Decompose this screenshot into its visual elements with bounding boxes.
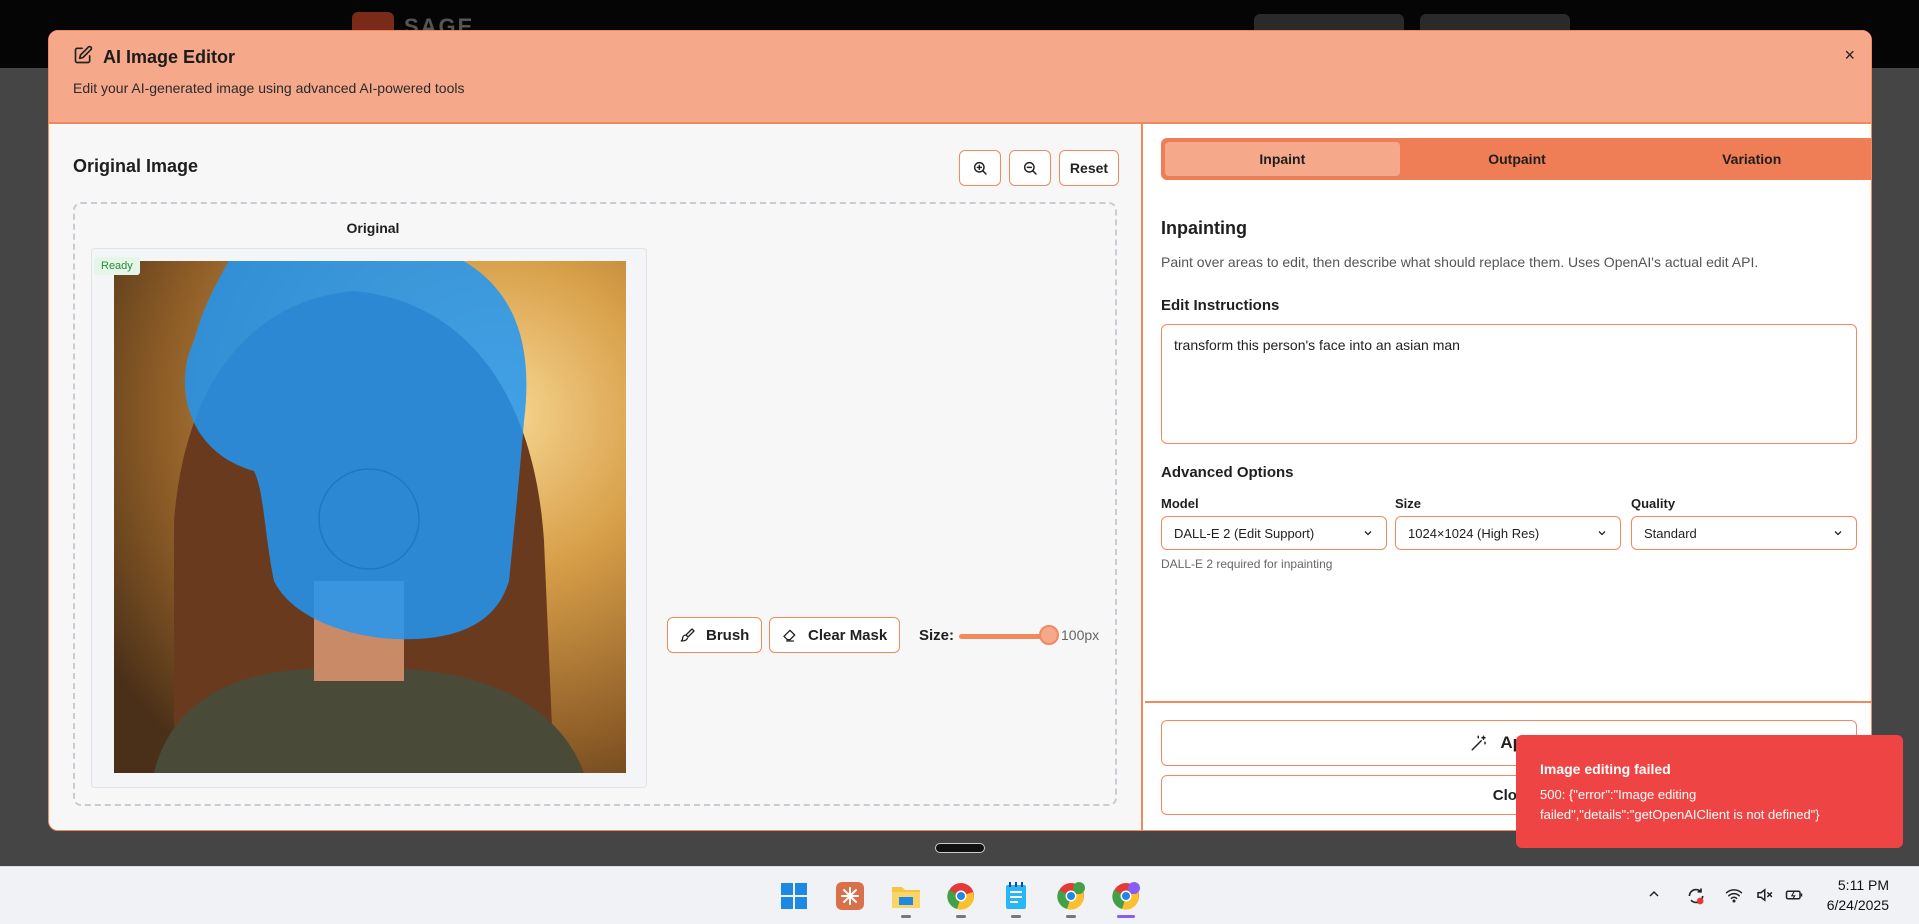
- taskbar: 5:11 PM 6/24/2025: [0, 866, 1919, 924]
- brush-icon: [680, 628, 695, 642]
- zoom-out-button[interactable]: [1009, 150, 1051, 186]
- brush-button[interactable]: Brush: [667, 617, 763, 653]
- brush-size-slider[interactable]: [959, 634, 1049, 639]
- brush-label: Brush: [706, 626, 750, 644]
- eraser-icon: [783, 629, 796, 642]
- chevron-up-icon[interactable]: [1646, 886, 1662, 907]
- edit-mode-tabs: Inpaint Outpaint Variation: [1161, 138, 1871, 180]
- taskbar-app-chrome-active[interactable]: [1108, 878, 1144, 918]
- brush-size-label: Size:: [919, 627, 955, 644]
- image-canvas: [114, 261, 626, 773]
- claude-icon: [836, 882, 864, 910]
- taskbar-app-claude[interactable]: [832, 878, 868, 914]
- toast-title: Image editing failed: [1540, 761, 1671, 777]
- clock-time: 5:11 PM: [1837, 877, 1889, 893]
- quality-select-value: Standard: [1644, 525, 1697, 541]
- clear-mask-button[interactable]: Clear Mask: [769, 617, 901, 653]
- taskbar-app-chrome-profile[interactable]: [1053, 878, 1089, 918]
- notepad-icon: [1006, 882, 1026, 909]
- panel-title: Original Image: [73, 156, 199, 176]
- brush-size-value: 100px: [1061, 627, 1100, 643]
- taskbar-app-notepad[interactable]: [998, 878, 1034, 918]
- drag-handle[interactable]: [935, 843, 985, 853]
- section-title: Inpainting: [1161, 218, 1247, 238]
- active-indicator: [1117, 915, 1135, 918]
- running-indicator: [1066, 915, 1076, 918]
- quality-label: Quality: [1631, 496, 1676, 511]
- windows-icon: [781, 883, 807, 909]
- edit-icon: [73, 45, 93, 70]
- chrome-icon: [1112, 882, 1140, 910]
- volume-muted-icon[interactable]: [1754, 886, 1774, 909]
- edit-instructions-label: Edit Instructions: [1161, 297, 1280, 314]
- image-panel: Original Image Reset Original Ready Brus…: [49, 124, 1143, 830]
- chevron-down-icon: [1834, 531, 1842, 536]
- system-clock[interactable]: 5:11 PM 6/24/2025: [1827, 875, 1889, 915]
- zoom-out-icon: [1023, 161, 1037, 175]
- toast-message: 500: {"error":"Image editing failed","de…: [1540, 787, 1820, 822]
- tab-variation[interactable]: Variation: [1634, 142, 1869, 176]
- brush-size-slider-thumb[interactable]: [1039, 625, 1059, 645]
- modal-header: AI Image Editor Edit your AI-generated i…: [49, 31, 1871, 124]
- chrome-icon: [947, 883, 974, 910]
- clear-mask-label: Clear Mask: [808, 626, 888, 644]
- close-icon[interactable]: ×: [1844, 45, 1855, 66]
- model-select[interactable]: DALL-E 2 (Edit Support): [1161, 516, 1387, 550]
- tab-outpaint[interactable]: Outpaint: [1400, 142, 1635, 176]
- chrome-icon: [1057, 882, 1085, 910]
- divider: [1145, 701, 1871, 703]
- running-indicator: [901, 915, 911, 918]
- modal-body: Original Image Reset Original Ready Brus…: [49, 124, 1871, 830]
- section-description: Paint over areas to edit, then describe …: [1161, 254, 1759, 270]
- image-editor-modal: AI Image Editor Edit your AI-generated i…: [48, 30, 1872, 831]
- running-indicator: [956, 915, 966, 918]
- size-label: Size: [1395, 496, 1422, 511]
- size-select-value: 1024×1024 (High Res): [1408, 525, 1540, 541]
- image-frame: Ready: [91, 248, 647, 788]
- reset-button[interactable]: Reset: [1059, 150, 1119, 186]
- zoom-in-icon: [973, 161, 987, 175]
- chevron-down-icon: [1598, 531, 1606, 536]
- edit-instructions-input[interactable]: transform this person's face into an asi…: [1161, 324, 1857, 444]
- status-badge: Ready: [94, 257, 140, 275]
- model-hint: DALL-E 2 required for inpainting: [1161, 557, 1333, 571]
- canvas-area: Original Ready: [73, 202, 1117, 806]
- model-select-value: DALL-E 2 (Edit Support): [1174, 525, 1315, 541]
- chevron-down-icon: [1364, 531, 1372, 536]
- tab-inpaint[interactable]: Inpaint: [1165, 142, 1400, 176]
- modal-title-row: AI Image Editor: [73, 45, 1847, 70]
- quality-select[interactable]: Standard: [1631, 516, 1857, 550]
- start-button[interactable]: [776, 878, 812, 914]
- modal-title: AI Image Editor: [103, 47, 236, 67]
- battery-icon[interactable]: [1784, 886, 1804, 909]
- taskbar-app-chrome[interactable]: [943, 878, 979, 918]
- taskbar-app-file-explorer[interactable]: [888, 878, 924, 918]
- zoom-in-button[interactable]: [959, 150, 1001, 186]
- sync-icon[interactable]: [1685, 886, 1707, 911]
- running-indicator: [1011, 915, 1021, 918]
- size-select[interactable]: 1024×1024 (High Res): [1395, 516, 1621, 550]
- modal-subtitle: Edit your AI-generated image using advan…: [73, 80, 465, 96]
- error-toast[interactable]: Image editing failed 500: {"error":"Imag…: [1516, 735, 1903, 848]
- folder-icon: [892, 887, 920, 908]
- magic-wand-icon: [1471, 735, 1487, 751]
- clock-date: 6/24/2025: [1826, 897, 1889, 913]
- wifi-icon[interactable]: [1724, 886, 1744, 909]
- model-label: Model: [1161, 496, 1199, 511]
- edit-options-panel: Inpaint Outpaint Variation Inpainting Pa…: [1145, 124, 1871, 830]
- image-label: Original: [346, 220, 400, 236]
- editable-image[interactable]: [114, 261, 626, 773]
- advanced-options-label: Advanced Options: [1161, 464, 1294, 481]
